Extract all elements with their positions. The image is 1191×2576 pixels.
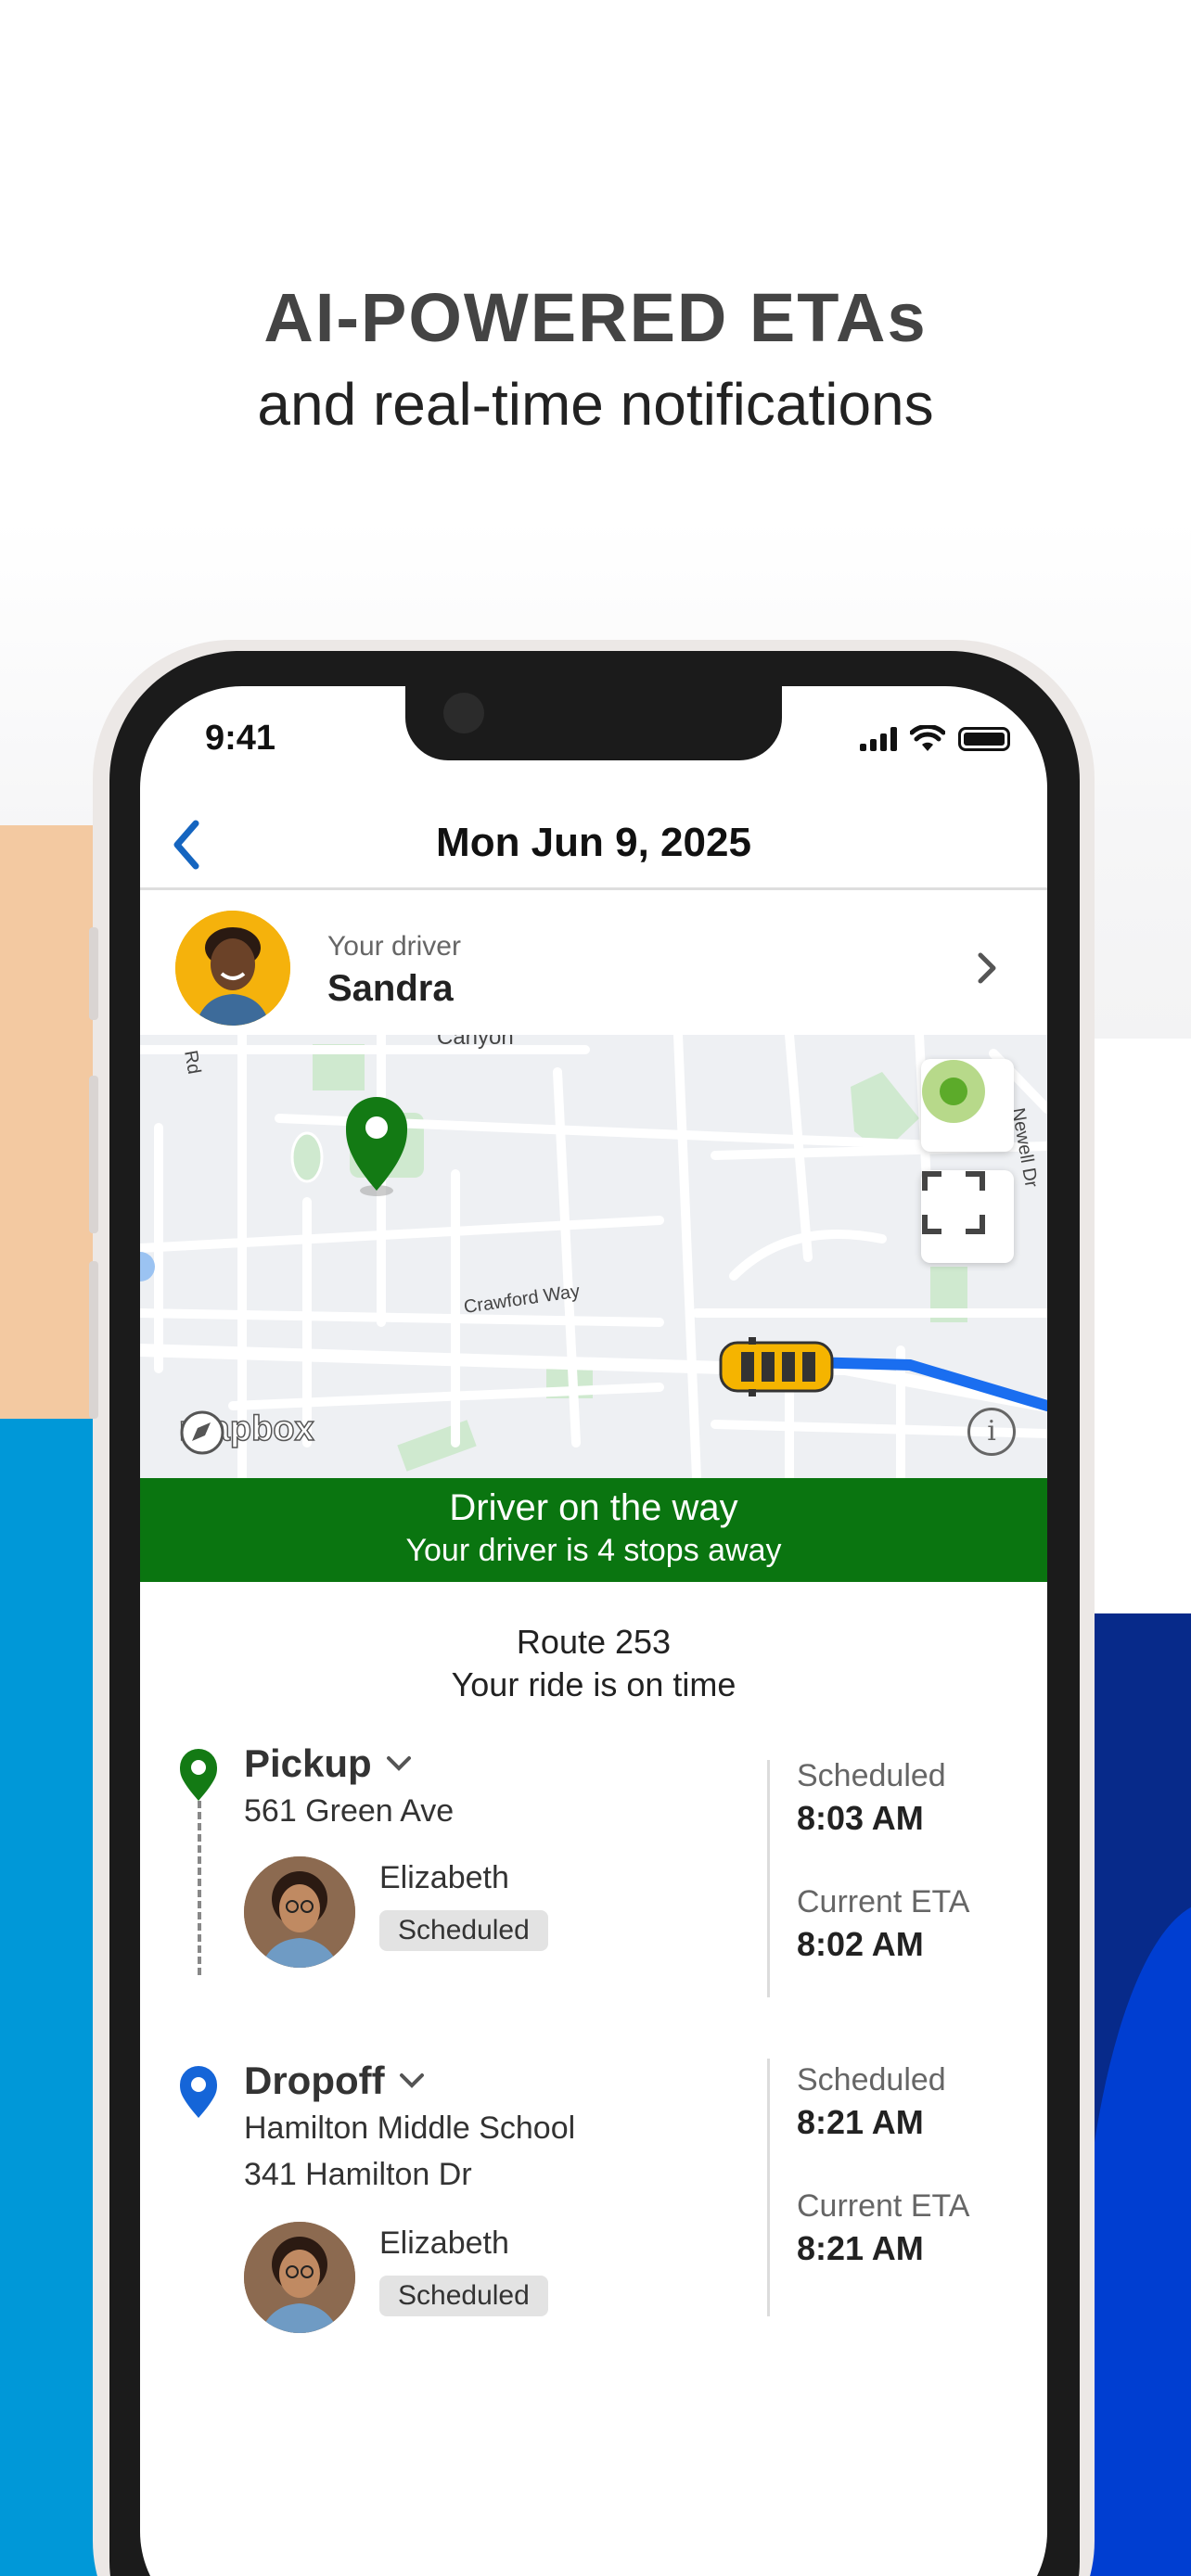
pickup-pin-icon bbox=[180, 1749, 217, 1801]
status-badge: Scheduled bbox=[379, 2276, 548, 2316]
stop-address: 561 Green Ave bbox=[244, 1793, 455, 1829]
phone-volume-down bbox=[89, 1261, 98, 1419]
student-avatar bbox=[244, 2222, 355, 2333]
promo-title: AI-POWERED ETAs bbox=[263, 279, 928, 356]
status-badge: Scheduled bbox=[379, 1910, 548, 1951]
promo-subtitle: and real-time notifications bbox=[257, 371, 934, 438]
promo-headline: AI-POWERED ETAs and real-time notificati… bbox=[0, 278, 1191, 439]
driver-label: Your driver bbox=[327, 931, 461, 962]
route-status: Your ride is on time bbox=[451, 1665, 736, 1703]
stop-type: Dropoff bbox=[244, 2059, 385, 2102]
nav-bar: Mon Jun 9, 2025 bbox=[140, 807, 1047, 890]
chevron-down-icon bbox=[399, 2073, 424, 2088]
status-time: 9:41 bbox=[205, 719, 276, 758]
stop-address-name: Hamilton Middle School bbox=[244, 2111, 576, 2146]
stop-connector-line bbox=[198, 1790, 201, 1975]
scheduled-time: 8:03 AM bbox=[797, 1799, 924, 1837]
mapbox-logo-icon bbox=[180, 1410, 224, 1455]
cellular-signal-icon bbox=[860, 727, 897, 751]
stop-toggle-dropoff[interactable]: Dropoff bbox=[244, 2059, 426, 2103]
student-name: Elizabeth bbox=[379, 1860, 509, 1895]
battery-icon bbox=[958, 727, 1010, 751]
phone-volume-up bbox=[89, 1076, 98, 1233]
driver-row[interactable]: Your driver Sandra bbox=[140, 892, 1047, 1040]
map-label-canyon: Canyon bbox=[437, 1035, 514, 1050]
chevron-down-icon bbox=[386, 1756, 411, 1771]
stop-divider bbox=[767, 2059, 770, 2316]
driver-name: Sandra bbox=[327, 968, 454, 1009]
stop-type: Pickup bbox=[244, 1741, 372, 1785]
recenter-icon bbox=[922, 1060, 985, 1123]
eta-label: Current ETA bbox=[797, 1884, 970, 1919]
banner-title: Driver on the way bbox=[449, 1487, 738, 1528]
eta-time: 8:02 AM bbox=[797, 1925, 924, 1963]
phone-camera bbox=[443, 693, 484, 733]
driver-avatar bbox=[175, 911, 290, 1026]
info-icon[interactable]: i bbox=[967, 1408, 1016, 1456]
scheduled-label: Scheduled bbox=[797, 1758, 946, 1793]
student-name: Elizabeth bbox=[379, 2225, 509, 2261]
phone-screen: 9:41 Mon Jun 9, 2025 Your driver Sandra … bbox=[140, 686, 1047, 2576]
bus-icon bbox=[719, 1337, 834, 1396]
student-avatar bbox=[244, 1856, 355, 1968]
mapbox-logo: mapbox bbox=[178, 1409, 314, 1455]
live-map[interactable]: Canyon Crawford Way Newell Dr Rd mapbox … bbox=[140, 1035, 1047, 1478]
eta-label: Current ETA bbox=[797, 2188, 970, 2224]
stop-toggle-pickup[interactable]: Pickup bbox=[244, 1741, 413, 1786]
banner-subtitle: Your driver is 4 stops away bbox=[405, 1533, 782, 1568]
stop-divider bbox=[767, 1760, 770, 1997]
route-info: Route 253 Your ride is on time bbox=[140, 1621, 1047, 1706]
fullscreen-icon bbox=[922, 1171, 985, 1234]
wifi-icon bbox=[910, 725, 945, 751]
fullscreen-button[interactable] bbox=[921, 1170, 1014, 1263]
eta-time: 8:21 AM bbox=[797, 2229, 924, 2267]
page-title: Mon Jun 9, 2025 bbox=[436, 820, 751, 865]
scheduled-time: 8:21 AM bbox=[797, 2103, 924, 2141]
status-icons bbox=[860, 725, 1010, 753]
driver-status-banner: Driver on the way Your driver is 4 stops… bbox=[140, 1478, 1047, 1582]
scheduled-label: Scheduled bbox=[797, 2062, 946, 2098]
stop-address: 341 Hamilton Dr bbox=[244, 2157, 472, 2192]
phone-side-button bbox=[89, 927, 98, 1020]
map-label-rd: Rd bbox=[180, 1049, 204, 1076]
route-name: Route 253 bbox=[516, 1623, 672, 1661]
dropoff-pin-icon bbox=[180, 2066, 217, 2118]
recenter-button[interactable] bbox=[921, 1059, 1014, 1152]
chevron-right-icon bbox=[978, 952, 996, 984]
